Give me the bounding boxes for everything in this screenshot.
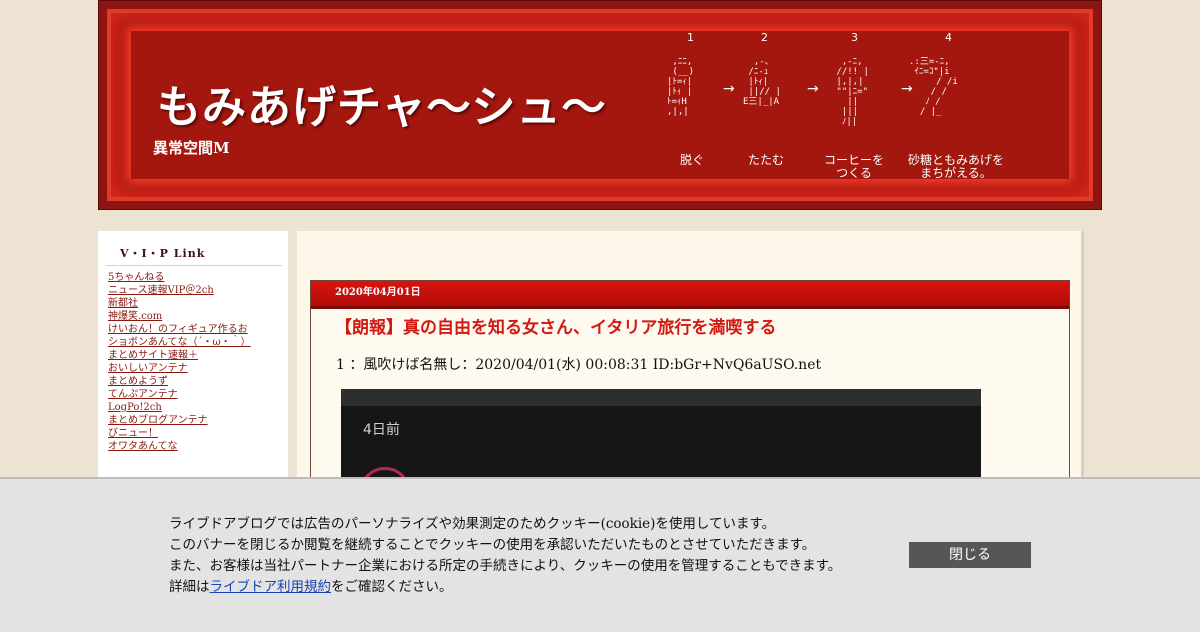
step-number-1: 1 (687, 31, 694, 44)
terms-link[interactable]: ライブドア利用規約 (210, 579, 332, 595)
step-number-4: 4 (945, 31, 952, 44)
vip-link-list: 5ちゃんねる ニュース速報VIP＠2ch 新都社 神爆笑.com けいおん！のフ… (108, 271, 251, 453)
sidebar-link[interactable]: おいしいアンテナ (108, 363, 188, 374)
list-item: まとめブログアンテナ (108, 414, 251, 427)
figure-sugar-art: .:三=-ﾆ, ｲﾆ=ｺ"|i / /i / / ﾉ / / |_ (909, 57, 958, 117)
sidebar-link[interactable]: まとめブログアンテナ (108, 415, 208, 426)
step-caption-2: たたむ (747, 153, 784, 167)
sidebar-link[interactable]: 新都社 (108, 298, 138, 309)
header-steps-illustration: 1 2 3 4 ,ﾆﾆ, (__) |ﾄ=ｨ| |ﾄｨ | ﾄ=ｨH ,|,| … (659, 27, 1019, 187)
cookie-notice-text: ライブドアブログでは広告のパーソナライズや効果測定のためクッキー(cookie)… (169, 514, 841, 598)
image-status-bar (341, 389, 981, 406)
site-subtitle: 異常空間M (153, 139, 230, 157)
post-title[interactable]: 【朗報】真の自由を知る女さん、イタリア旅行を満喫する (335, 313, 776, 338)
sidebar-link[interactable]: けいおん！のフィギュア作るお (108, 324, 248, 335)
list-item: 新都社 (108, 297, 251, 310)
blog-post: 2020年04月01日 【朗報】真の自由を知る女さん、イタリア旅行を満喫する 1… (310, 280, 1070, 519)
step-caption-3: コーヒーを つくる (823, 153, 884, 180)
list-item: びニュー！ (108, 427, 251, 440)
list-item: てんぷアンテナ (108, 388, 251, 401)
cookie-line-3: また、お客様は当社パートナー企業における所定の手続きにより、クッキーの使用を管理… (169, 558, 842, 574)
list-item: まとめサイト速報＋ (108, 349, 251, 362)
sidebar-link[interactable]: オワタあんてな (108, 441, 178, 452)
sidebar: V・I・P Link 5ちゃんねる ニュース速報VIP＠2ch 新都社 神爆笑.… (98, 231, 288, 491)
post-date: 2020年04月01日 (311, 281, 1069, 309)
figure-folding-art: ,-、 /ﾆ-ｭ |ﾄｨ| ||// | E三|_|A (743, 57, 781, 107)
cookie-line-2: このバナーを閉じるか閲覧を継続することでクッキーの使用を承認いただいたものとさせ… (169, 537, 816, 553)
list-item: オワタあんてな (108, 440, 251, 453)
cookie-line-4-prefix: 詳細は (169, 579, 210, 595)
sidebar-link[interactable]: びニュー！ (108, 428, 158, 439)
figure-coffee-art: ,-ﾆ, //!! | |,|,| ""|ﾆ=" || ||| ﾉ|| (836, 57, 869, 127)
list-item: けいおん！のフィギュア作るお (108, 323, 251, 336)
step-number-3: 3 (851, 31, 858, 44)
sidebar-divider (106, 265, 282, 266)
list-item: LogPo!2ch (108, 401, 251, 414)
site-header: もみあげチャ～シュ～ 異常空間M 1 2 3 4 ,ﾆﾆ, (__) |ﾄ=ｨ|… (98, 0, 1102, 210)
post-first-comment: 1 ：風吹けば名無し：2020/04/01(水) 00:08:31 ID:bGr… (336, 357, 822, 373)
sidebar-title: V・I・P Link (120, 247, 206, 260)
sidebar-link[interactable]: まとめようず (108, 376, 168, 387)
close-button[interactable]: 閉じる (909, 542, 1031, 568)
list-item: ショボンあんてな（´・ω・｀） (108, 336, 251, 349)
sidebar-link[interactable]: 5ちゃんねる (108, 272, 164, 283)
arrow-icon: → (807, 81, 819, 97)
list-item: 5ちゃんねる (108, 271, 251, 284)
sidebar-link[interactable]: まとめサイト速報＋ (108, 350, 198, 361)
cookie-line-4-suffix: をご確認ください。 (331, 579, 453, 595)
list-item: おいしいアンテナ (108, 362, 251, 375)
list-item: 神爆笑.com (108, 310, 251, 323)
sidebar-link[interactable]: てんぷアンテナ (108, 389, 178, 400)
image-timestamp-text: 4日前 (363, 422, 400, 438)
list-item: まとめようず (108, 375, 251, 388)
sidebar-link[interactable]: LogPo!2ch (108, 402, 162, 413)
sidebar-link[interactable]: ショボンあんてな（´・ω・｀） (108, 337, 251, 348)
arrow-icon: → (901, 81, 913, 97)
step-number-2: 2 (761, 31, 768, 44)
figure-undressing-art: ,ﾆﾆ, (__) |ﾄ=ｨ| |ﾄｨ | ﾄ=ｨH ,|,| (667, 57, 695, 117)
main-content: 2020年04月01日 【朗報】真の自由を知る女さん、イタリア旅行を満喫する 1… (297, 231, 1084, 519)
sidebar-link[interactable]: ニュース速報VIP＠2ch (108, 285, 214, 296)
site-title[interactable]: もみあげチャ～シュ～ (157, 71, 607, 135)
step-caption-1: 脱ぐ (679, 153, 704, 167)
arrow-icon: → (723, 81, 735, 97)
cookie-banner: ライブドアブログでは広告のパーソナライズや効果測定のためクッキー(cookie)… (0, 477, 1200, 632)
step-caption-4: 砂糖ともみあげを まちがえる。 (907, 153, 1004, 180)
cookie-line-1: ライブドアブログでは広告のパーソナライズや効果測定のためクッキー(cookie)… (169, 516, 776, 532)
list-item: ニュース速報VIP＠2ch (108, 284, 251, 297)
sidebar-link[interactable]: 神爆笑.com (108, 311, 162, 322)
